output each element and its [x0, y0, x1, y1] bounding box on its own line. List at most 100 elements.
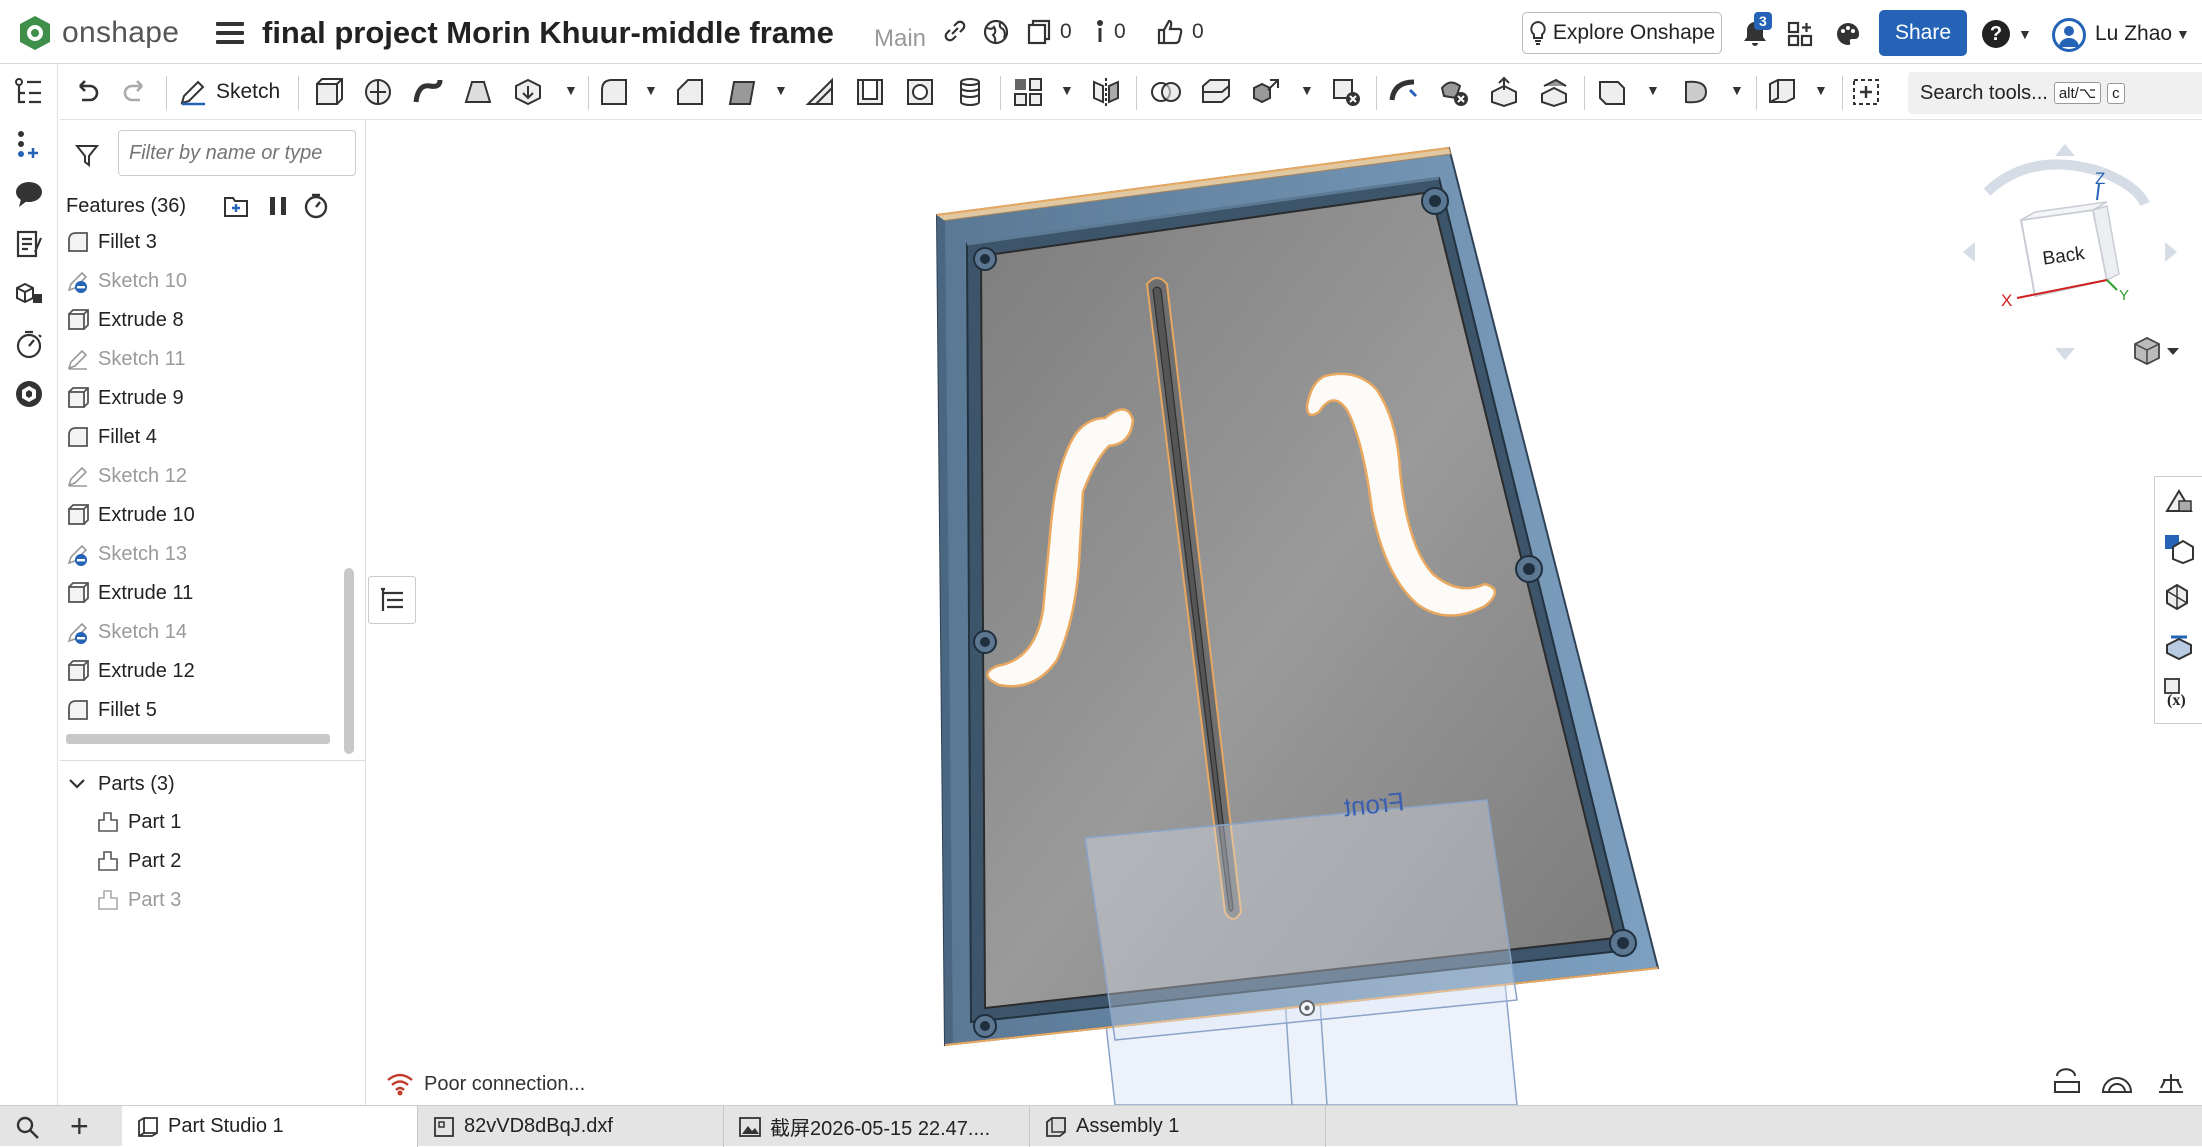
tab-dxf-file[interactable]: 82vVD8dBqJ.dxf — [418, 1106, 724, 1147]
loft-icon[interactable] — [462, 76, 494, 108]
feature-list-horizontal-scrollbar[interactable] — [66, 734, 330, 744]
tab-screenshot-image[interactable]: 截屏2026-05-15 22.47.... — [724, 1106, 1030, 1147]
view-cube[interactable]: Back Z X Y — [1963, 144, 2177, 360]
replace-face-icon[interactable] — [1538, 76, 1570, 108]
configurations-icon[interactable] — [2163, 581, 2195, 613]
add-tab-button[interactable]: + — [70, 1110, 89, 1142]
feature-item[interactable]: Extrude 8 — [66, 302, 184, 338]
transform-icon[interactable] — [1250, 76, 1282, 108]
shell-icon[interactable] — [854, 76, 886, 108]
part-item[interactable]: Part 2 — [96, 843, 181, 879]
fillet-icon[interactable] — [598, 76, 630, 108]
feature-item[interactable]: Extrude 12 — [66, 653, 195, 689]
render-studio-icon[interactable] — [2163, 533, 2195, 565]
delete-face-icon[interactable] — [1438, 76, 1470, 108]
user-avatar[interactable] — [2052, 18, 2086, 52]
hole-icon[interactable] — [904, 76, 936, 108]
parts-header[interactable]: Parts (3) — [66, 766, 175, 802]
feature-item[interactable]: Sketch 10 — [66, 263, 187, 299]
variables-fx-icon[interactable]: (x) — [2163, 677, 2195, 709]
feature-item[interactable]: Fillet 4 — [66, 419, 157, 455]
measure-icon[interactable] — [2054, 1068, 2080, 1093]
boolean-icon[interactable] — [1150, 76, 1182, 108]
comments-icon[interactable] — [13, 178, 45, 210]
view-left-arrow-icon[interactable] — [1963, 242, 1975, 262]
view-down-arrow-icon[interactable] — [2055, 348, 2075, 360]
mass-properties-icon[interactable] — [2101, 1077, 2133, 1093]
app-store-icon[interactable] — [13, 378, 45, 410]
transform-caret-icon[interactable]: ▼ — [1300, 82, 1314, 98]
mate-connector-caret-icon[interactable]: ▼ — [1730, 82, 1744, 98]
help-caret-icon[interactable]: ▼ — [2018, 26, 2032, 42]
feature-item[interactable]: Sketch 11 — [66, 341, 185, 377]
onshape-logo[interactable]: onshape — [18, 14, 179, 52]
feature-list-icon[interactable] — [13, 76, 45, 108]
tasks-button[interactable]: 0 — [1094, 18, 1126, 46]
draft-caret-icon[interactable]: ▼ — [774, 82, 788, 98]
add-custom-feature-icon[interactable] — [1850, 76, 1882, 108]
filter-input[interactable] — [118, 130, 356, 176]
feature-panel-toggle[interactable] — [368, 576, 416, 624]
redo-icon[interactable] — [120, 76, 152, 108]
thread-icon[interactable] — [954, 76, 986, 108]
tab-part-studio-1[interactable]: Part Studio 1 — [122, 1106, 418, 1147]
feature-list-scrollbar[interactable] — [344, 568, 354, 754]
sheet-metal-caret-icon[interactable]: ▼ — [1814, 82, 1828, 98]
sweep-icon[interactable] — [412, 76, 444, 108]
menu-icon[interactable] — [216, 22, 244, 44]
feature-item[interactable]: Fillet 3 — [66, 224, 157, 260]
document-title[interactable]: final project Morin Khuur-middle frame — [262, 15, 834, 51]
performance-stopwatch-icon[interactable] — [13, 328, 45, 360]
split-icon[interactable] — [1200, 76, 1232, 108]
pattern-icon[interactable] — [1012, 76, 1044, 108]
feature-item[interactable]: Extrude 9 — [66, 380, 184, 416]
sheet-metal-icon[interactable] — [1766, 76, 1798, 108]
user-name[interactable]: Lu Zhao — [2095, 22, 2172, 46]
view-options-caret-icon[interactable] — [2167, 348, 2179, 355]
feature-item[interactable]: Extrude 11 — [66, 575, 193, 611]
chamfer-icon[interactable] — [674, 76, 706, 108]
plane-icon[interactable] — [1596, 76, 1628, 108]
3d-viewport[interactable]: Front Back Z X Y Poor connection... — [367, 120, 2202, 1106]
feature-item[interactable]: Sketch 14 — [66, 614, 187, 650]
model-canvas[interactable]: Front Back Z X Y — [367, 120, 2202, 1106]
add-folder-icon[interactable] — [222, 192, 250, 220]
pause-icon[interactable] — [264, 192, 292, 220]
variable-studio-icon[interactable] — [2163, 629, 2195, 661]
move-face-icon[interactable] — [1488, 76, 1520, 108]
apps-icon[interactable] — [1786, 20, 1814, 48]
search-tabs-icon[interactable] — [14, 1114, 42, 1142]
link-icon[interactable] — [942, 18, 968, 44]
like-button[interactable]: 0 — [1156, 18, 1204, 46]
view-options-button[interactable] — [2134, 336, 2179, 366]
search-tools-button[interactable]: Search tools... alt/⌥ c — [1908, 72, 2202, 114]
parts-library-icon[interactable] — [13, 278, 45, 310]
mate-connector-icon[interactable] — [1680, 76, 1712, 108]
pattern-caret-icon[interactable]: ▼ — [1060, 82, 1074, 98]
modify-fillet-icon[interactable] — [1388, 76, 1420, 108]
feature-item[interactable]: Fillet 5 — [66, 692, 157, 728]
insert-icon[interactable] — [13, 128, 45, 160]
thicken-icon[interactable] — [512, 76, 544, 108]
extrude-icon[interactable] — [312, 76, 344, 108]
user-caret-icon[interactable]: ▼ — [2176, 26, 2190, 42]
mirror-icon[interactable] — [1090, 76, 1122, 108]
parts-divider[interactable] — [60, 760, 366, 761]
versions-button[interactable]: 0 — [1026, 18, 1072, 46]
part-item[interactable]: Part 3 — [96, 882, 181, 918]
feature-item[interactable]: Sketch 12 — [66, 458, 187, 494]
revolve-icon[interactable] — [362, 76, 394, 108]
palette-icon[interactable] — [1834, 20, 1862, 48]
globe-icon[interactable] — [982, 18, 1010, 46]
share-button[interactable]: Share — [1879, 10, 1967, 56]
tab-assembly-1[interactable]: Assembly 1 — [1030, 1106, 1326, 1147]
appearance-icon[interactable] — [2163, 485, 2195, 517]
explore-onshape-button[interactable]: Explore Onshape — [1522, 12, 1722, 54]
undo-icon[interactable] — [70, 76, 102, 108]
filter-icon[interactable] — [74, 142, 100, 168]
delete-part-icon[interactable] — [1330, 76, 1362, 108]
help-button[interactable]: ? — [1982, 20, 2010, 48]
draft-icon[interactable] — [726, 76, 758, 108]
plane-caret-icon[interactable]: ▼ — [1646, 82, 1660, 98]
branch-label[interactable]: Main — [874, 25, 926, 53]
